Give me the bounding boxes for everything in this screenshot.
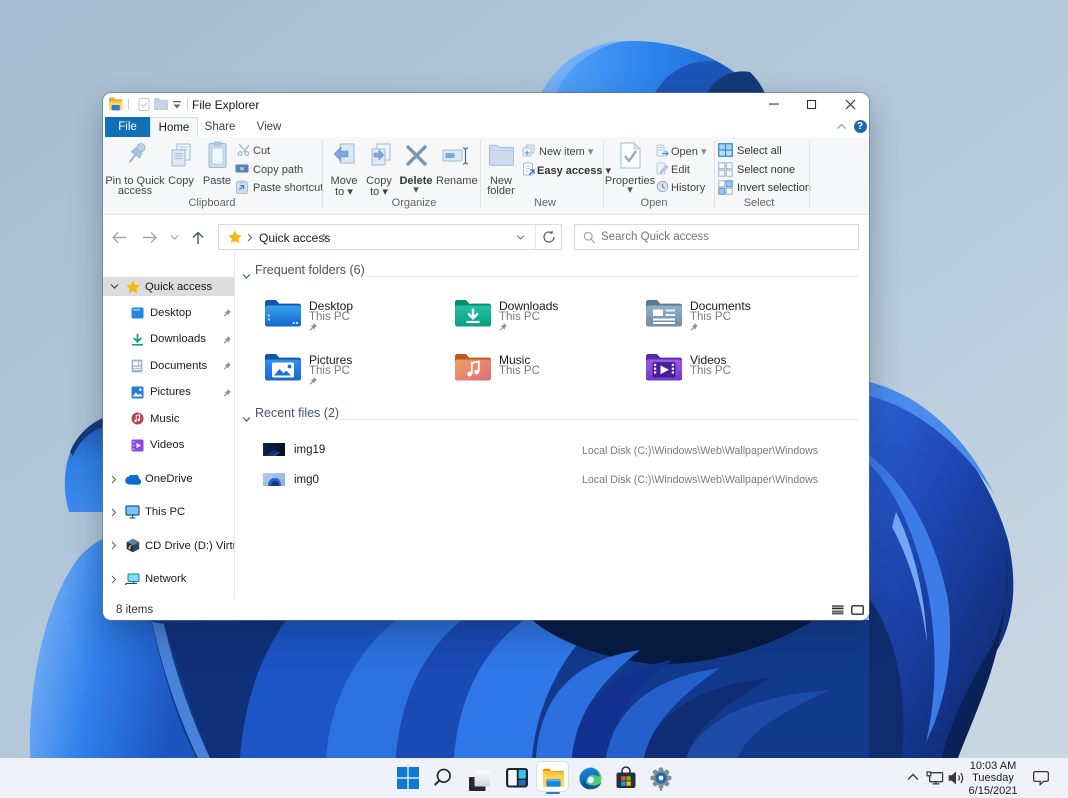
svg-text:w: w [239, 167, 245, 173]
